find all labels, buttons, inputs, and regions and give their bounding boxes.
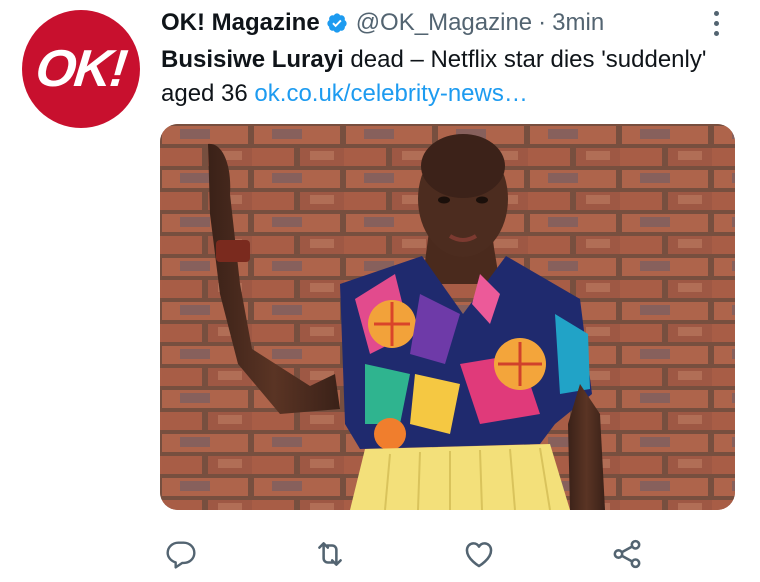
retweet-button[interactable] xyxy=(310,534,350,574)
avatar-logo-text: OK! xyxy=(33,40,129,98)
photo-image xyxy=(160,124,735,510)
tweet-header: OK! Magazine @OK_Magazine · 3min xyxy=(161,6,604,40)
separator-dot: · xyxy=(538,9,547,36)
more-options-icon[interactable] xyxy=(704,8,728,38)
timestamp[interactable]: 3min xyxy=(552,9,604,37)
retweet-icon xyxy=(318,542,342,566)
share-button[interactable] xyxy=(607,534,647,574)
tweet-photo[interactable] xyxy=(160,124,735,510)
tweet-link[interactable]: ok.co.uk/celebrity-news… xyxy=(254,80,527,107)
like-button[interactable] xyxy=(459,534,499,574)
avatar[interactable]: OK! xyxy=(22,10,140,128)
verified-badge-icon xyxy=(327,13,347,33)
reply-button[interactable] xyxy=(161,534,201,574)
tweet-actions xyxy=(0,530,760,576)
tweet[interactable]: OK! OK! Magazine @OK_Magazine · 3min Bus… xyxy=(0,0,760,582)
tweet-text-bold: Busisiwe Lurayi xyxy=(161,46,344,73)
share-icon xyxy=(613,539,641,569)
heart-icon xyxy=(465,542,493,568)
reply-icon xyxy=(166,541,196,569)
tweet-text: Busisiwe Lurayi dead – Netflix star dies… xyxy=(161,43,731,111)
account-name[interactable]: OK! Magazine xyxy=(161,9,320,37)
account-handle[interactable]: @OK_Magazine xyxy=(356,9,532,37)
